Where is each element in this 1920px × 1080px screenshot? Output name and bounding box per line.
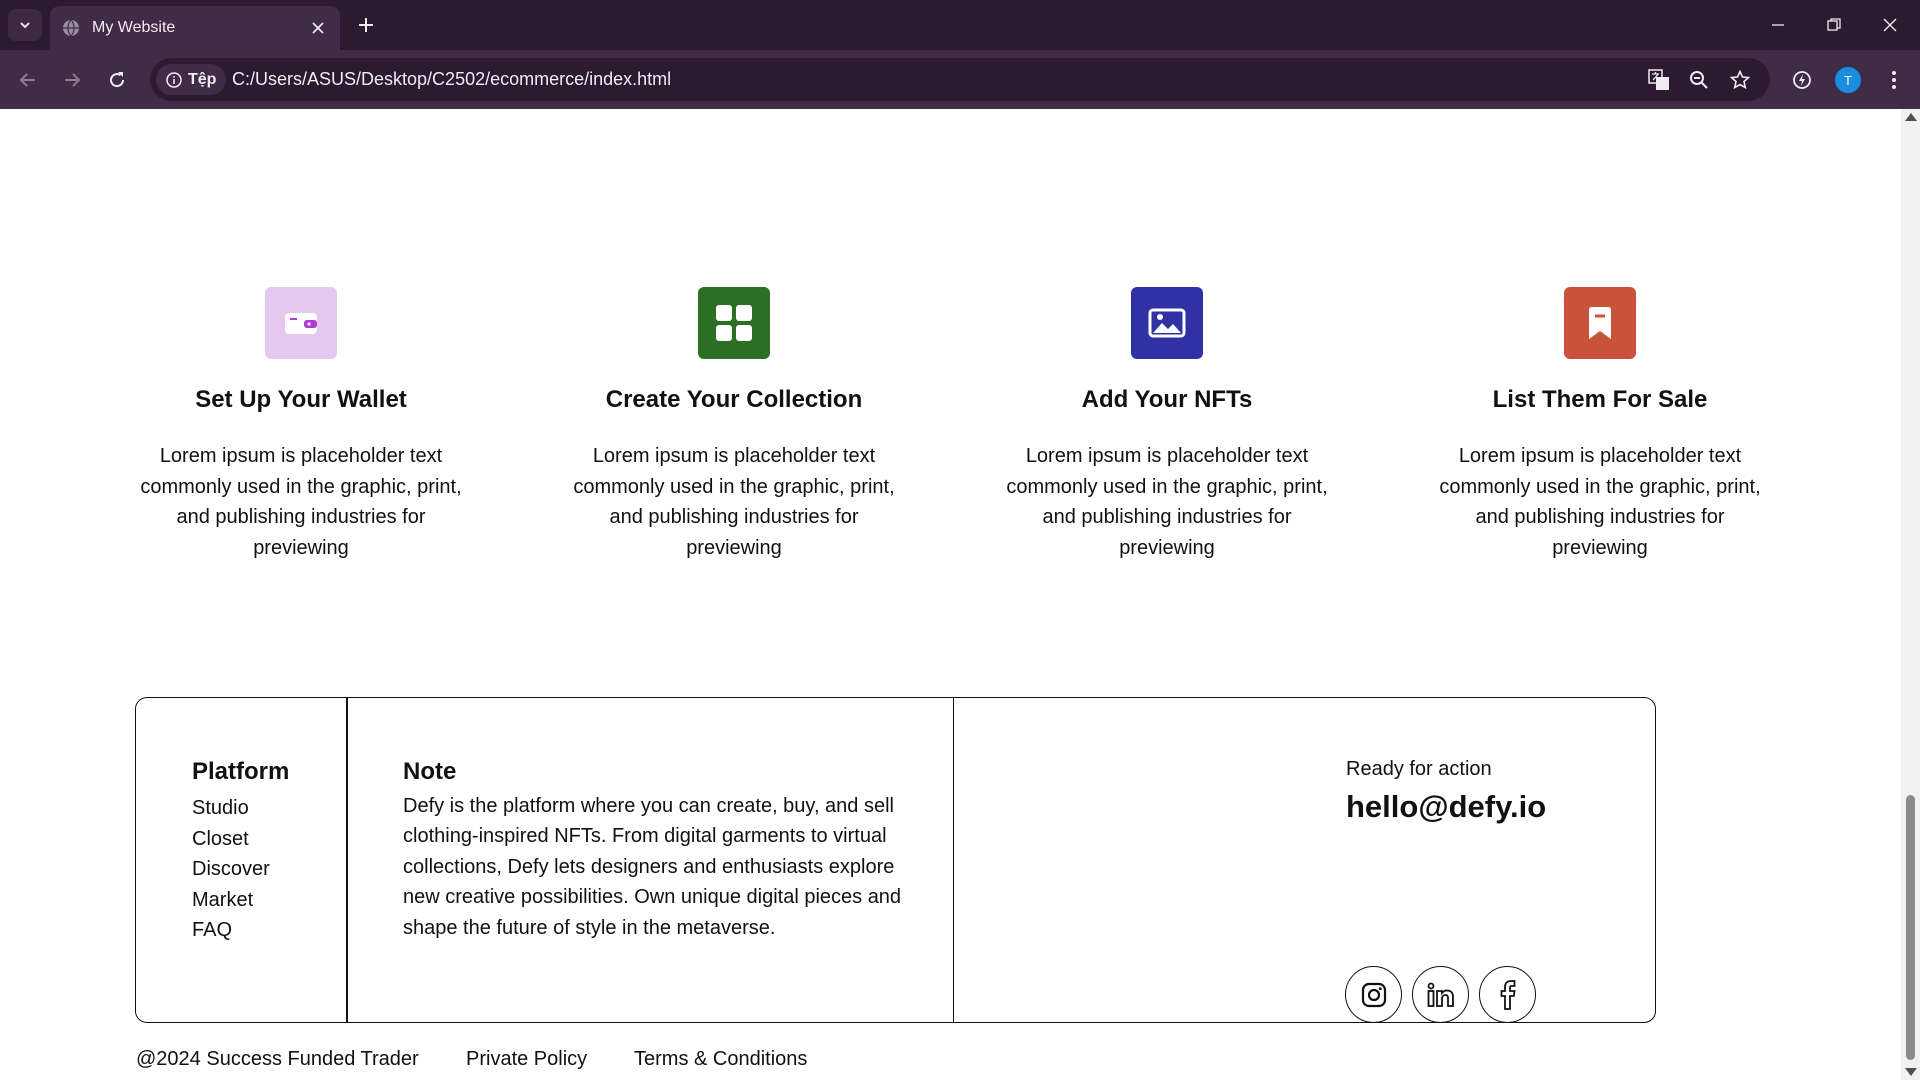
back-button[interactable] (12, 64, 44, 96)
extensions-button[interactable] (1786, 64, 1818, 96)
terms-link[interactable]: Terms & Conditions (634, 1048, 807, 1071)
plus-icon (359, 18, 373, 32)
more-vertical-icon (1892, 71, 1896, 89)
zoom-button[interactable] (1687, 68, 1711, 92)
arrow-left-icon (19, 73, 35, 87)
close-window-button[interactable] (1862, 0, 1918, 50)
url-text[interactable]: C:/Users/ASUS/Desktop/C2502/ecommerce/in… (232, 69, 671, 90)
feature-title: Add Your NFTs (1081, 386, 1253, 413)
grid-icon (716, 305, 752, 341)
feature-description: Lorem ipsum is placeholder text commonly… (1439, 445, 1761, 559)
site-info-chip[interactable]: Tệp (156, 64, 227, 95)
forward-button[interactable] (56, 64, 88, 96)
platform-link-studio[interactable]: Studio (192, 793, 270, 824)
close-tab-icon[interactable] (308, 18, 328, 38)
feature-title: Create Your Collection (605, 386, 863, 413)
minimize-icon (1772, 24, 1784, 26)
platform-link-discover[interactable]: Discover (192, 854, 270, 885)
platform-links: Studio Closet Discover Market FAQ (192, 793, 270, 946)
linkedin-button[interactable] (1412, 966, 1469, 1023)
reload-button[interactable] (101, 64, 133, 96)
wallet-icon (285, 313, 317, 334)
facebook-icon (1500, 979, 1516, 1010)
feature-icon-box (1564, 287, 1636, 359)
star-icon (1730, 70, 1750, 90)
scroll-thumb[interactable] (1906, 795, 1915, 1060)
footer: Platform Studio Closet Discover Market F… (135, 696, 1656, 1023)
extension-icon (1793, 71, 1811, 89)
browser-toolbar: Tệp C:/Users/ASUS/Desktop/C2502/ecommerc… (0, 50, 1920, 109)
tab-title: My Website (92, 19, 176, 36)
globe-icon (63, 19, 79, 37)
platform-link-market[interactable]: Market (192, 885, 270, 916)
feature-card-wallet: Set Up Your Wallet Lorem ipsum is placeh… (131, 287, 471, 563)
note-heading: Note (403, 757, 457, 785)
ready-label: Ready for action (1346, 758, 1492, 780)
bookmark-star-button[interactable] (1728, 68, 1752, 92)
feature-card-collection: Create Your Collection Lorem ipsum is pl… (564, 287, 904, 563)
privacy-policy-link[interactable]: Private Policy (466, 1048, 587, 1071)
platform-column: Platform Studio Closet Discover Market F… (136, 698, 347, 1022)
browser-menu-button[interactable] (1878, 64, 1910, 96)
platform-link-faq[interactable]: FAQ (192, 915, 270, 946)
browser-tab[interactable]: My Website (50, 6, 340, 50)
feature-description: Lorem ipsum is placeholder text commonly… (573, 445, 895, 559)
feature-card-nfts: Add Your NFTs Lorem ipsum is placeholder… (997, 287, 1337, 563)
feature-title: List Them For Sale (1492, 386, 1708, 413)
profile-avatar[interactable]: T (1835, 67, 1861, 93)
instagram-button[interactable] (1345, 966, 1402, 1023)
feature-card-sale: List Them For Sale Lorem ipsum is placeh… (1430, 287, 1770, 563)
linkedin-icon (1427, 982, 1454, 1007)
feature-title: Set Up Your Wallet (195, 386, 407, 413)
zoom-out-icon (1690, 71, 1708, 89)
scroll-up-arrow-icon[interactable] (1905, 113, 1917, 121)
browser-tab-bar: My Website (0, 0, 1920, 50)
restore-button[interactable] (1806, 0, 1862, 50)
contact-email[interactable]: hello@defy.io (1346, 789, 1546, 825)
image-icon (1148, 308, 1186, 338)
chevron-down-icon (20, 22, 30, 29)
feature-icon-box (265, 287, 337, 359)
reload-icon (110, 72, 125, 88)
translate-icon (1648, 69, 1669, 90)
note-text: Defy is the platform where you can creat… (403, 794, 902, 939)
info-icon (166, 71, 182, 88)
scroll-down-arrow-icon[interactable] (1905, 1068, 1917, 1076)
facebook-button[interactable] (1479, 966, 1536, 1023)
copyright-text: @2024 Success Funded Trader (136, 1048, 419, 1070)
feature-description: Lorem ipsum is placeholder text commonly… (1006, 445, 1328, 559)
tab-search-button[interactable] (8, 9, 42, 41)
platform-link-closet[interactable]: Closet (192, 824, 270, 855)
feature-icon-box (1131, 287, 1203, 359)
arrow-right-icon (65, 73, 81, 87)
close-icon (1883, 18, 1897, 32)
minimize-button[interactable] (1750, 0, 1806, 50)
feature-icon-box (698, 287, 770, 359)
bookmark-icon (1589, 307, 1611, 339)
platform-heading: Platform (192, 758, 290, 785)
note-column: Note Defy is the platform where you can … (347, 696, 954, 1023)
address-bar[interactable]: Tệp C:/Users/ASUS/Desktop/C2502/ecommerc… (150, 58, 1770, 101)
restore-icon (1827, 18, 1841, 31)
site-chip-label: Tệp (188, 70, 217, 88)
instagram-icon (1361, 982, 1386, 1007)
page-scrollbar[interactable] (1901, 109, 1920, 1080)
feature-description: Lorem ipsum is placeholder text commonly… (140, 445, 462, 559)
translate-button[interactable] (1647, 68, 1671, 92)
new-tab-button[interactable] (352, 11, 380, 39)
